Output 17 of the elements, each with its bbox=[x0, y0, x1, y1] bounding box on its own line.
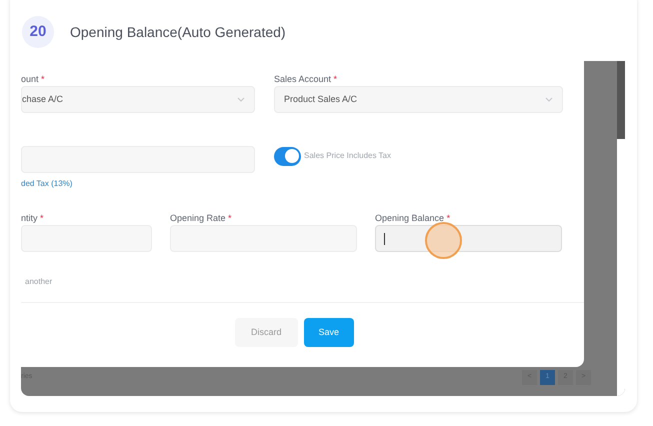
field-label: ount * bbox=[21, 73, 45, 85]
chevron-down-icon bbox=[545, 97, 553, 102]
step-title: Opening Balance(Auto Generated) bbox=[70, 22, 286, 42]
chevron-down-icon bbox=[237, 97, 245, 102]
select-field[interactable]: Product Sales A/C bbox=[274, 86, 563, 113]
save-button[interactable]: Save bbox=[304, 318, 354, 347]
discard-button[interactable]: Discard bbox=[234, 318, 298, 347]
toggle-label: Sales Price Includes Tax bbox=[304, 150, 392, 162]
field-label: Opening Rate * bbox=[170, 212, 232, 224]
field-label: ntity * bbox=[21, 212, 44, 224]
field-label: Sales Account * bbox=[274, 73, 338, 85]
select-field[interactable]: chase A/C bbox=[21, 86, 255, 113]
option-label: another bbox=[24, 276, 52, 288]
tax-link[interactable]: ded Tax (13%) bbox=[21, 178, 72, 190]
text-cursor bbox=[384, 232, 385, 244]
field-label: Opening Balance * bbox=[375, 212, 450, 224]
toggle-switch[interactable] bbox=[274, 146, 301, 166]
